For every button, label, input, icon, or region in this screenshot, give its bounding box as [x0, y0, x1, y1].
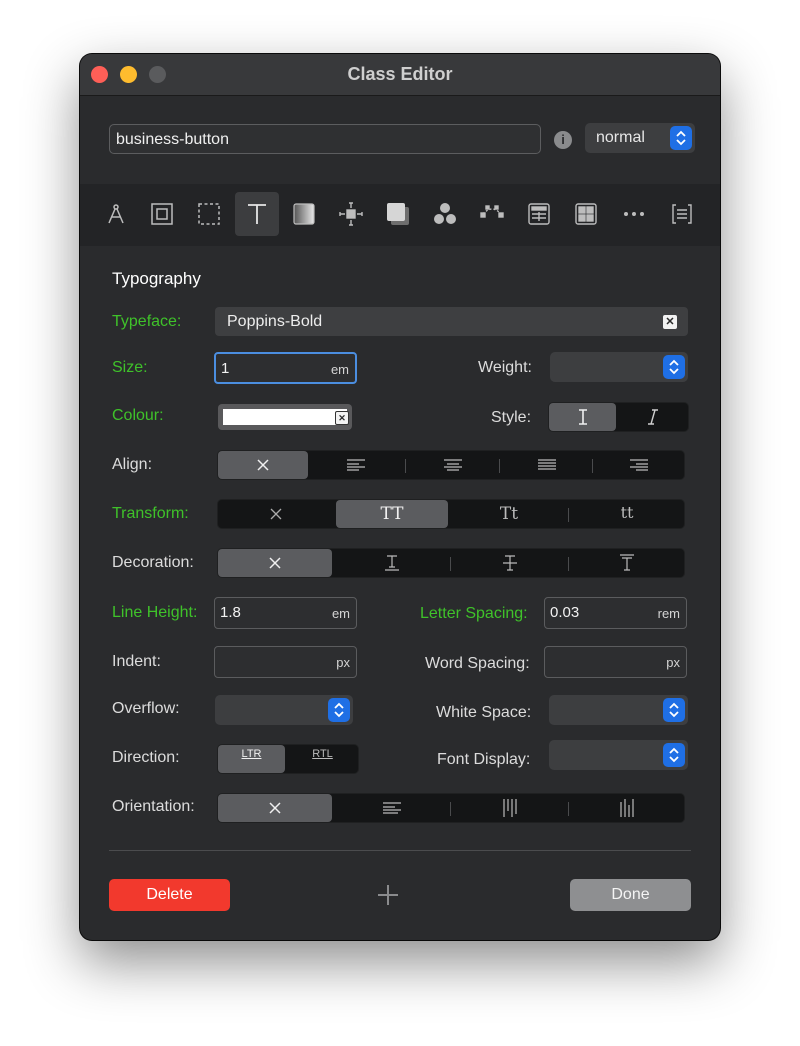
- style-segmented: [548, 402, 689, 432]
- letter-spacing-input[interactable]: 0.03 rem: [544, 597, 687, 629]
- chevron-updown-icon: [328, 698, 350, 722]
- weight-select[interactable]: [550, 352, 688, 382]
- style-italic-option[interactable]: [618, 403, 688, 431]
- spacing-icon[interactable]: [329, 192, 373, 236]
- transform-uppercase-option[interactable]: TT: [336, 500, 448, 528]
- typography-icon[interactable]: [235, 192, 279, 236]
- decoration-segmented: [217, 548, 685, 578]
- direction-segmented: LTR RTL: [217, 744, 359, 774]
- weight-label: Weight:: [478, 359, 532, 376]
- direction-label: Direction:: [112, 749, 180, 766]
- line-height-input[interactable]: 1.8 em: [214, 597, 357, 629]
- style-normal-option[interactable]: [549, 403, 616, 431]
- transform-lowercase-option[interactable]: tt: [570, 500, 684, 528]
- code-icon[interactable]: [660, 192, 704, 236]
- colour-label: Colour:: [112, 407, 164, 424]
- direction-ltr-option[interactable]: LTR: [218, 745, 285, 773]
- orientation-segmented: [217, 793, 685, 823]
- background-icon[interactable]: [282, 192, 326, 236]
- align-justify-option[interactable]: [501, 451, 593, 479]
- typeface-value: Poppins-Bold: [227, 313, 323, 330]
- white-space-label: White Space:: [436, 704, 532, 721]
- white-space-select[interactable]: [549, 695, 688, 725]
- border-icon[interactable]: [187, 192, 231, 236]
- chevron-updown-icon: [663, 355, 685, 379]
- class-editor-window: Class Editor business-button i normal Ty…: [80, 54, 720, 940]
- transform-capitalize-option[interactable]: Tt: [450, 500, 568, 528]
- letter-spacing-value: 0.03: [550, 604, 580, 621]
- line-height-value: 1.8: [220, 604, 241, 621]
- delete-button[interactable]: Delete: [109, 879, 230, 911]
- style-label: Style:: [491, 409, 532, 426]
- effects-icon[interactable]: [423, 192, 467, 236]
- transform-none-option[interactable]: [218, 500, 334, 528]
- table-icon[interactable]: [517, 192, 561, 236]
- overflow-select[interactable]: [215, 695, 353, 725]
- decoration-none-option[interactable]: [218, 549, 332, 577]
- section-title: Typography: [112, 269, 201, 288]
- decoration-linethrough-option[interactable]: [452, 549, 568, 577]
- compass-icon[interactable]: [94, 192, 138, 236]
- size-value: 1: [221, 360, 230, 377]
- colour-swatch: [223, 409, 347, 425]
- letter-spacing-unit: rem: [657, 606, 680, 621]
- transform-icon[interactable]: [470, 192, 514, 236]
- footer-divider: [109, 850, 691, 851]
- align-right-option[interactable]: [594, 451, 684, 479]
- orientation-none-option[interactable]: [218, 794, 332, 822]
- transform-segmented: TT Tt tt: [217, 499, 685, 529]
- indent-unit: px: [336, 655, 350, 670]
- align-segmented: [217, 450, 685, 480]
- done-button[interactable]: Done: [570, 879, 691, 911]
- chevron-updown-icon: [663, 698, 685, 722]
- word-spacing-label: Word Spacing:: [425, 655, 530, 672]
- align-label: Align:: [112, 456, 153, 473]
- state-select-value: normal: [596, 129, 645, 146]
- line-height-label: Line Height:: [112, 604, 198, 621]
- window-title: Class Editor: [347, 64, 453, 84]
- colour-well[interactable]: ✕: [218, 404, 352, 430]
- orientation-label: Orientation:: [112, 798, 195, 815]
- typeface-field[interactable]: Poppins-Bold ✕: [215, 307, 688, 336]
- orientation-horizontal-option[interactable]: [334, 794, 450, 822]
- clear-typeface-icon[interactable]: ✕: [663, 315, 677, 329]
- chevron-updown-icon: [670, 126, 692, 150]
- transform-label: Transform:: [112, 505, 189, 522]
- align-center-option[interactable]: [407, 451, 499, 479]
- indent-input[interactable]: px: [214, 646, 357, 678]
- font-display-label: Font Display:: [437, 751, 531, 768]
- clear-colour-icon[interactable]: ✕: [335, 411, 349, 425]
- line-height-unit: em: [331, 606, 350, 621]
- size-label: Size:: [112, 359, 148, 376]
- title-bar: Class Editor: [80, 54, 720, 96]
- align-left-option[interactable]: [310, 451, 402, 479]
- font-display-select[interactable]: [549, 740, 688, 770]
- orientation-vertical-rl-option[interactable]: [452, 794, 568, 822]
- direction-rtl-option[interactable]: RTL: [287, 745, 358, 773]
- add-icon[interactable]: [377, 884, 399, 906]
- grid-icon[interactable]: [564, 192, 608, 236]
- letter-spacing-label: Letter Spacing:: [420, 605, 528, 622]
- category-toolbar: [80, 184, 720, 246]
- decoration-overline-option[interactable]: [570, 549, 684, 577]
- shadow-icon[interactable]: [376, 192, 420, 236]
- size-unit: em: [330, 362, 349, 377]
- info-icon[interactable]: i: [554, 131, 572, 149]
- class-name-input[interactable]: business-button: [109, 124, 541, 154]
- box-model-icon[interactable]: [140, 192, 184, 236]
- word-spacing-input[interactable]: px: [544, 646, 687, 678]
- decoration-underline-option[interactable]: [334, 549, 450, 577]
- more-icon[interactable]: [612, 192, 656, 236]
- overflow-label: Overflow:: [112, 700, 180, 717]
- orientation-vertical-lr-option[interactable]: [570, 794, 684, 822]
- align-none-option[interactable]: [218, 451, 308, 479]
- indent-label: Indent:: [112, 653, 161, 670]
- chevron-updown-icon: [663, 743, 685, 767]
- word-spacing-unit: px: [666, 655, 680, 670]
- state-select[interactable]: normal: [585, 123, 695, 153]
- typeface-label: Typeface:: [112, 313, 182, 330]
- size-input[interactable]: 1 em: [214, 352, 357, 384]
- decoration-label: Decoration:: [112, 554, 194, 571]
